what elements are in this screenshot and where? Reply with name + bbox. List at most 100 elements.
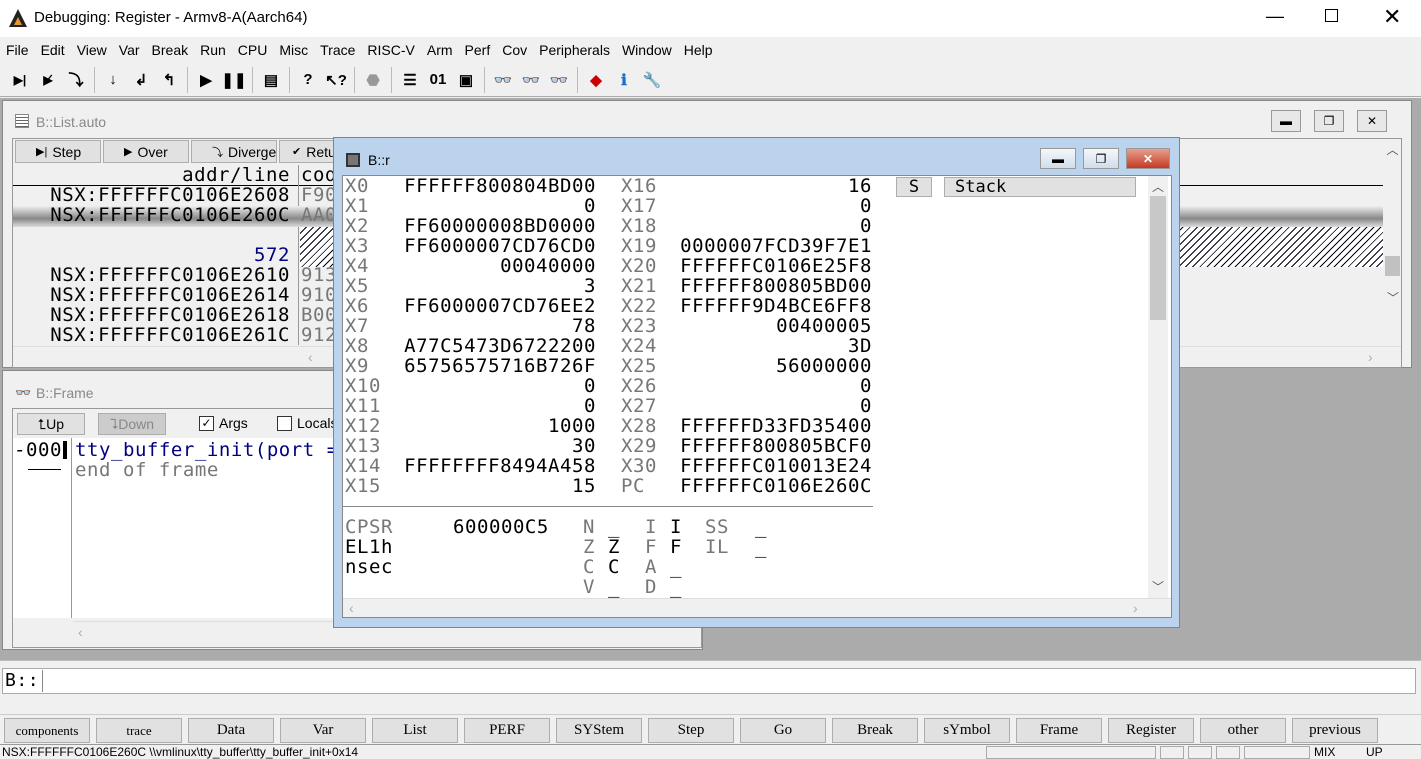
list-row-code[interactable]: 910 [301, 285, 337, 305]
flag-value[interactable]: F [670, 537, 682, 557]
reg-value[interactable]: FF6000007CD76EE2 [403, 296, 596, 316]
list-row-code[interactable]: 913 [301, 265, 337, 285]
menu-edit[interactable]: Edit [41, 42, 65, 58]
menu-cpu[interactable]: CPU [238, 42, 268, 58]
diverge-icon[interactable]: ⤵ [62, 66, 90, 94]
reg-value[interactable]: A77C5473D6722200 [403, 336, 596, 356]
args-checkbox[interactable]: ✓ Args [199, 415, 248, 431]
list-row-code[interactable]: F90 [301, 185, 337, 205]
flag-value[interactable]: _ [608, 517, 620, 537]
source-mode-icon[interactable]: ▤ [257, 66, 285, 94]
restore-button[interactable]: ❐ [1314, 110, 1344, 132]
reg-value[interactable]: FFFFFFC010013E24 [673, 456, 872, 476]
minimize-button[interactable]: — [1266, 6, 1284, 27]
flag-value[interactable]: _ [670, 557, 682, 577]
frame-call[interactable]: tty_buffer_init(port = [75, 440, 339, 460]
flag-value[interactable]: _ [755, 517, 767, 537]
menu-view[interactable]: View [77, 42, 107, 58]
menu-window[interactable]: Window [622, 42, 672, 58]
reg-value[interactable]: 78 [403, 316, 596, 336]
menu-risc-v[interactable]: RISC-V [367, 42, 414, 58]
menu-trace[interactable]: Trace [320, 42, 355, 58]
list-row-addr[interactable]: NSX:FFFFFFC0106E2618 [13, 305, 290, 325]
stop-icon[interactable]: ⬣ [359, 66, 387, 94]
go-icon[interactable]: ▶ [192, 66, 220, 94]
reg-value[interactable]: 1000 [403, 416, 596, 436]
reg-value[interactable]: 0 [673, 376, 872, 396]
help-icon[interactable]: ? [294, 66, 322, 94]
list-row-addr[interactable]: 572 [13, 245, 290, 265]
list-row-addr[interactable]: NSX:FFFFFFC0106E2608 [13, 185, 290, 205]
reg-value[interactable]: FF6000007CD76CD0 [403, 236, 596, 256]
button-components[interactable]: components [4, 718, 90, 743]
menu-file[interactable]: File [6, 42, 29, 58]
list-row-addr[interactable]: NSX:FFFFFFC0106E260C [13, 205, 290, 225]
button-list[interactable]: List [372, 718, 458, 743]
reg-value[interactable]: 65756575716B726F [403, 356, 596, 376]
dump-icon[interactable]: 01 [424, 66, 452, 94]
reg-value[interactable]: 3 [403, 276, 596, 296]
reg-value[interactable]: 16 [673, 176, 872, 196]
list-row-code[interactable]: 912 [301, 325, 337, 345]
reg-value[interactable]: 00040000 [403, 256, 596, 276]
reg-value[interactable]: 0 [673, 196, 872, 216]
down-button[interactable]: ⮧ Down [98, 413, 166, 435]
reg-value[interactable]: 0 [403, 376, 596, 396]
list-over-button[interactable]: ▶ Over [103, 140, 189, 163]
button-trace[interactable]: trace [96, 718, 182, 743]
minimize-button[interactable]: ▬ [1040, 148, 1076, 169]
wrench-icon[interactable]: 🔧 [638, 66, 666, 94]
horizontal-scrollbar[interactable]: ‹ › [343, 598, 1171, 617]
flag-value[interactable]: C [608, 557, 620, 577]
button-other[interactable]: other [1200, 718, 1286, 743]
list-row-addr[interactable]: NSX:FFFFFFC0106E2610 [13, 265, 290, 285]
step-down-icon[interactable]: ↓ [99, 66, 127, 94]
menu-run[interactable]: Run [200, 42, 226, 58]
reg-value[interactable]: 0 [403, 396, 596, 416]
button-go[interactable]: Go [740, 718, 826, 743]
button-symbol[interactable]: sYmbol [924, 718, 1010, 743]
button-break[interactable]: Break [832, 718, 918, 743]
stack-button[interactable]: Stack [944, 177, 1136, 197]
step-icon[interactable]: ▶| [6, 66, 34, 94]
maximize-button[interactable] [1325, 9, 1338, 22]
vertical-scrollbar[interactable]: ︿ ﹀ [1383, 139, 1401, 309]
reg-value[interactable]: 56000000 [673, 356, 872, 376]
reg-value[interactable]: 30 [403, 436, 596, 456]
menu-misc[interactable]: Misc [279, 42, 308, 58]
button-previous[interactable]: previous [1292, 718, 1378, 743]
flag-value[interactable]: Z [608, 537, 620, 557]
flag-value[interactable]: _ [608, 577, 620, 597]
info-icon[interactable]: ℹ [610, 66, 638, 94]
s-button[interactable]: S [896, 177, 932, 197]
button-var[interactable]: Var [280, 718, 366, 743]
reg-value[interactable]: 0 [673, 216, 872, 236]
close-button[interactable]: ✕ [1383, 4, 1401, 30]
reg-value[interactable]: FFFFFFC0106E260C [673, 476, 872, 496]
reg-value[interactable]: 0 [403, 196, 596, 216]
menu-help[interactable]: Help [684, 42, 713, 58]
flag-value[interactable]: _ [670, 577, 682, 597]
close-button[interactable]: ✕ [1357, 110, 1387, 132]
button-perf[interactable]: PERF [464, 718, 550, 743]
register-icon[interactable]: ▣ [452, 66, 480, 94]
break-icon[interactable]: ❚❚ [220, 66, 248, 94]
reg-value[interactable]: FF60000008BD0000 [403, 216, 596, 236]
menu-perf[interactable]: Perf [465, 42, 491, 58]
list-row-code[interactable]: AA0 [301, 205, 337, 225]
list-row-addr[interactable]: NSX:FFFFFFC0106E261C [13, 325, 290, 345]
button-step[interactable]: Step [648, 718, 734, 743]
reg-value[interactable]: 00400005 [673, 316, 872, 336]
button-system[interactable]: SYStem [556, 718, 642, 743]
return-icon[interactable]: ↲ [127, 66, 155, 94]
menu-arm[interactable]: Arm [427, 42, 453, 58]
button-data[interactable]: Data [188, 718, 274, 743]
reg-value[interactable]: 3D [673, 336, 872, 356]
list-diverge-button[interactable]: ⤵ Diverge [191, 140, 277, 163]
menu-peripherals[interactable]: Peripherals [539, 42, 610, 58]
reg-value[interactable]: FFFFFF800805BD00 [673, 276, 872, 296]
reg-value[interactable]: FFFFFF800805BCF0 [673, 436, 872, 456]
close-button[interactable]: ✕ [1126, 148, 1170, 169]
reg-value[interactable]: FFFFFFC0106E25F8 [673, 256, 872, 276]
reg-value[interactable]: FFFFFFFF8494A458 [403, 456, 596, 476]
